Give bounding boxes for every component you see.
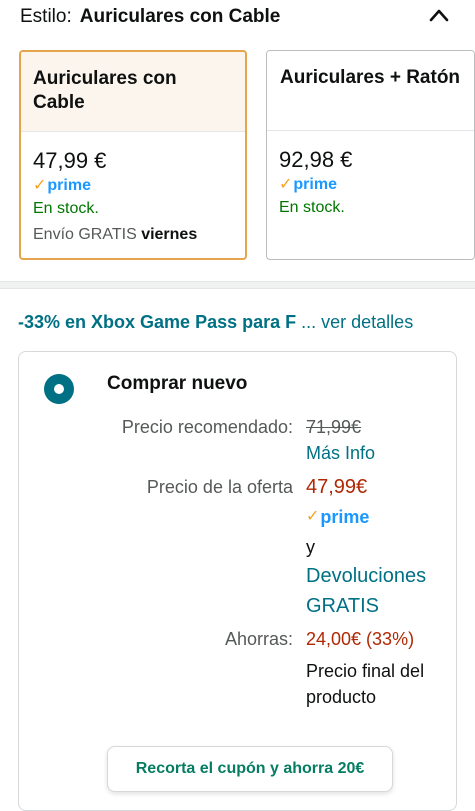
variant-price: 92,98 € bbox=[279, 147, 353, 172]
section-divider bbox=[0, 281, 475, 289]
variant-title: Auriculares + Ratón bbox=[267, 51, 474, 131]
free-returns-link[interactable]: Devoluciones bbox=[306, 562, 426, 590]
list-price: 71,99€ bbox=[306, 417, 362, 437]
chevron-up-icon[interactable] bbox=[429, 8, 449, 22]
variant-card-bundle[interactable]: Auriculares + Ratón 92,98 € ✓ prime En st… bbox=[266, 50, 475, 260]
deal-price-label: Precio de la oferta bbox=[146, 477, 293, 497]
prime-check-icon: ✓ bbox=[33, 177, 47, 194]
final-price-note: Precio final del bbox=[306, 661, 425, 681]
promo-title[interactable]: -33% en Xbox Game Pass para F bbox=[18, 312, 296, 332]
deal-price: 47,99€ bbox=[306, 476, 368, 498]
buy-new-heading: Comprar nuevo bbox=[107, 373, 248, 394]
more-info-link[interactable]: Más Info bbox=[306, 440, 375, 466]
free-returns-link-line2[interactable]: GRATIS bbox=[306, 592, 379, 620]
clip-coupon-button[interactable]: Recorta el cupón y ahorra 20€ bbox=[107, 746, 393, 792]
style-value: Auriculares con Cable bbox=[79, 6, 281, 27]
stock-status: En stock. bbox=[33, 200, 99, 217]
list-price-label: Precio recomendado: bbox=[121, 417, 293, 437]
savings-amount: 24,00€ (33%) bbox=[306, 629, 415, 649]
variant-card-wired[interactable]: Auriculares con Cable 47,99 € ✓ prime En … bbox=[19, 50, 247, 260]
style-selector: Estilo: Auriculares con Cable bbox=[20, 4, 280, 30]
variant-price: 47,99 € bbox=[33, 148, 107, 173]
savings-label: Ahorras: bbox=[224, 629, 293, 649]
promo-details-link[interactable]: ... ver detalles bbox=[301, 312, 413, 332]
variant-title: Auriculares con Cable bbox=[21, 52, 245, 132]
prime-badge: ✓ prime bbox=[306, 507, 370, 527]
buy-new-radio[interactable] bbox=[44, 374, 74, 404]
prime-check-icon: ✓ bbox=[306, 508, 320, 525]
prime-badge: ✓ prime bbox=[279, 176, 337, 193]
shipping-info: Envío GRATIS viernes bbox=[33, 226, 198, 243]
and-text: y bbox=[306, 537, 315, 557]
promo-banner[interactable]: -33% en Xbox Game Pass para F ... ver de… bbox=[18, 309, 413, 335]
prime-badge: ✓ prime bbox=[33, 177, 91, 194]
buy-new-box: Comprar nuevo Precio recomendado: 71,99€… bbox=[18, 351, 457, 811]
prime-check-icon: ✓ bbox=[279, 176, 293, 193]
final-price-note-line2: producto bbox=[306, 687, 377, 707]
stock-status: En stock. bbox=[279, 199, 345, 216]
style-label: Estilo: bbox=[20, 6, 72, 27]
